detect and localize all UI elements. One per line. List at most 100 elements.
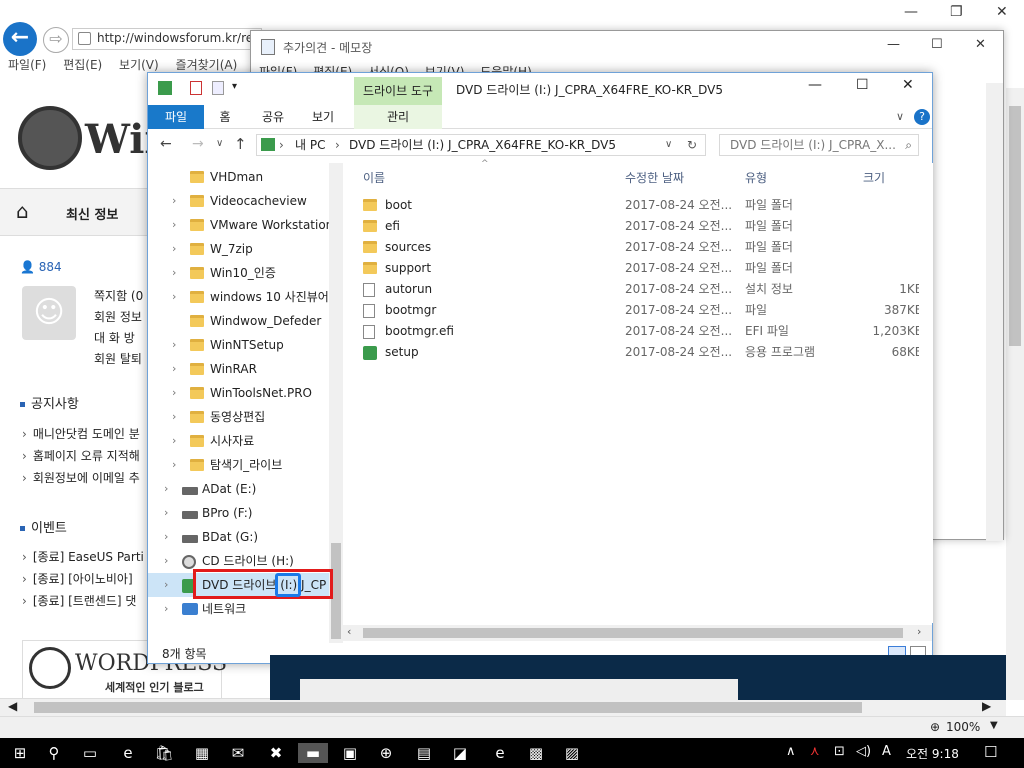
notepad-icon[interactable]: ▤ [414,743,434,763]
chevron-right-icon[interactable]: › [172,333,176,357]
chevron-right-icon[interactable]: › [164,549,168,573]
notepad-close-button[interactable]: ✕ [975,37,986,52]
nav-latest-link[interactable]: 최신 정보 [66,204,118,223]
chevron-right-icon[interactable]: › [172,237,176,261]
column-header-date[interactable]: 수정한 날짜 [625,169,684,186]
profile-link-chat[interactable]: 대 화 방 [94,328,143,349]
nav-up-icon[interactable]: ↑ [234,135,247,153]
app3-icon[interactable]: ▨ [562,743,582,763]
ribbon-tab-share[interactable]: 공유 [252,105,294,129]
chevron-right-icon[interactable]: › [172,213,176,237]
tree-item[interactable]: › Videocacheview [148,189,338,213]
ie-hscroll-thumb[interactable] [34,702,862,713]
chevron-right-icon[interactable]: › [164,501,168,525]
tree-item[interactable]: › WinNTSetup [148,333,338,357]
chevron-right-icon[interactable]: › [172,285,176,309]
nav-back-icon[interactable]: ← [160,136,172,152]
file-row[interactable]: setup 2017-08-24 오전... 응용 프로그램 68KB [353,342,923,363]
torrent-icon[interactable]: ⊕ [376,743,396,763]
notepad-maximize-button[interactable]: ☐ [931,37,943,52]
calculator-icon[interactable]: ▦ [192,743,212,763]
ie-menu-favorites[interactable]: 즐겨찾기(A) [176,58,238,72]
ribbon-expand-icon[interactable]: ∨ [896,110,904,123]
file-row[interactable]: boot 2017-08-24 오전... 파일 폴더 [353,195,923,216]
tree-item[interactable]: › WinToolsNet.PRO [148,381,338,405]
tree-item[interactable]: › W_7zip [148,237,338,261]
profile-link-messages[interactable]: 쪽지함 (0 [94,286,143,307]
explorer-search-input[interactable]: DVD 드라이브 (I:) J_CPRA_X... ⌕ [719,134,919,156]
tree-item[interactable]: › ADat (E:) [148,477,338,501]
profile-link-info[interactable]: 회원 정보 [94,307,143,328]
event-item[interactable]: [종료] [아이노비아] [22,568,144,590]
explorer-titlebar[interactable]: ▾ 드라이브 도구 DVD 드라이브 (I:) J_CPRA_X64FRE_KO… [148,73,932,105]
ie-vscroll-thumb[interactable] [1009,106,1021,346]
notice-item[interactable]: 홈페이지 오류 지적해 [22,445,140,467]
column-header-name[interactable]: 이름 [363,169,385,186]
ie-minimize-button[interactable]: — [904,4,918,20]
task-view-icon[interactable]: ▭ [80,743,100,763]
hscroll-left-icon[interactable]: ‹ [347,625,351,638]
explorer-maximize-button[interactable]: ☐ [856,77,869,93]
tool-icon[interactable]: ✖ [266,743,286,763]
help-icon[interactable]: ? [914,109,930,125]
mail-icon[interactable]: ✉ [228,743,248,763]
chevron-right-icon[interactable]: › [172,261,176,285]
scroll-right-icon[interactable]: ▶ [982,699,991,713]
ribbon-tab-file[interactable]: 파일 [148,105,204,129]
file-explorer-icon[interactable]: ▬ [298,743,328,763]
ie-horizontal-scrollbar[interactable]: ◀ ▶ [0,698,1006,716]
back-button[interactable]: ← [3,22,37,56]
chevron-right-icon[interactable]: › [172,189,176,213]
notice-item[interactable]: 회원정보에 이메일 추 [22,467,140,489]
chevron-right-icon[interactable]: › [172,405,176,429]
network-icon[interactable]: ⊡ [834,744,845,759]
ime-icon[interactable]: A [882,744,891,759]
zoom-level[interactable]: 100% [946,720,980,734]
app-icon[interactable]: ▣ [340,743,360,763]
tree-item[interactable]: › 동영상편집 [148,405,338,429]
nav-recent-icon[interactable]: ∨ [216,138,223,149]
refresh-icon[interactable]: ↻ [687,135,697,155]
event-item[interactable]: [종료] [트랜센드] 댓 [22,590,144,612]
file-row[interactable]: bootmgr.efi 2017-08-24 오전... EFI 파일 1,203KB [353,321,923,342]
ie-vertical-scrollbar[interactable] [1006,88,1024,700]
nav-forward-icon[interactable]: → [192,136,204,152]
file-row[interactable]: efi 2017-08-24 오전... 파일 폴더 [353,216,923,237]
explorer-close-button[interactable]: ✕ [902,77,914,93]
tree-item[interactable]: › VMware Workstation [148,213,338,237]
ie-menu-view[interactable]: 보기(V) [119,58,159,72]
explorer-address-bar[interactable]: › 내 PC › DVD 드라이브 (I:) J_CPRA_X64FRE_KO-… [256,134,706,156]
column-header-type[interactable]: 유형 [745,169,767,186]
notepad-vertical-scrollbar[interactable] [986,83,1003,541]
new-folder-icon[interactable] [212,81,224,95]
home-icon[interactable]: ⌂ [16,199,29,223]
explorer-minimize-button[interactable]: — [808,77,822,93]
notepad-titlebar[interactable]: 추가의견 - 메모장 — ☐ ✕ [251,31,1003,63]
tree-item[interactable]: › BPro (F:) [148,501,338,525]
file-row[interactable]: bootmgr 2017-08-24 오전... 파일 387KB [353,300,923,321]
tree-item[interactable]: › windows 10 사진뷰어 [148,285,338,309]
chevron-right-icon[interactable]: › [164,573,168,597]
ie-maximize-button[interactable]: ❐ [950,4,963,20]
forward-button[interactable]: ⇨ [43,27,69,53]
taskbar-clock[interactable]: 오전 9:18 [906,745,959,762]
scroll-left-icon[interactable]: ◀ [8,699,17,713]
properties-icon[interactable] [190,81,202,95]
breadcrumb-dvd-drive[interactable]: DVD 드라이브 (I:) J_CPRA_X64FRE_KO-KR_DV5 [349,135,616,155]
store-icon[interactable]: 🛍 [154,743,174,763]
tree-item[interactable]: Windwow_Defeder [148,309,338,333]
chevron-right-icon[interactable]: › [172,357,176,381]
quick-access-dropdown-icon[interactable]: ▾ [232,81,237,92]
file-row[interactable]: support 2017-08-24 오전... 파일 폴더 [353,258,923,279]
tree-item[interactable]: › 탐색기_라이브 [148,453,338,477]
ribbon-tab-view[interactable]: 보기 [302,105,344,129]
chevron-right-icon[interactable]: › [172,453,176,477]
tree-item[interactable]: › 시사자료 [148,429,338,453]
file-list-scrollbar[interactable] [919,163,933,623]
edge-icon[interactable]: e [118,743,138,763]
ie-menu-file[interactable]: 파일(F) [8,58,46,72]
tray-app-icon[interactable]: ⋏ [810,744,820,759]
address-dropdown-icon[interactable]: ∨ [665,135,672,155]
chevron-right-icon[interactable]: › [172,381,176,405]
ribbon-tab-home[interactable]: 홈 [204,105,246,129]
